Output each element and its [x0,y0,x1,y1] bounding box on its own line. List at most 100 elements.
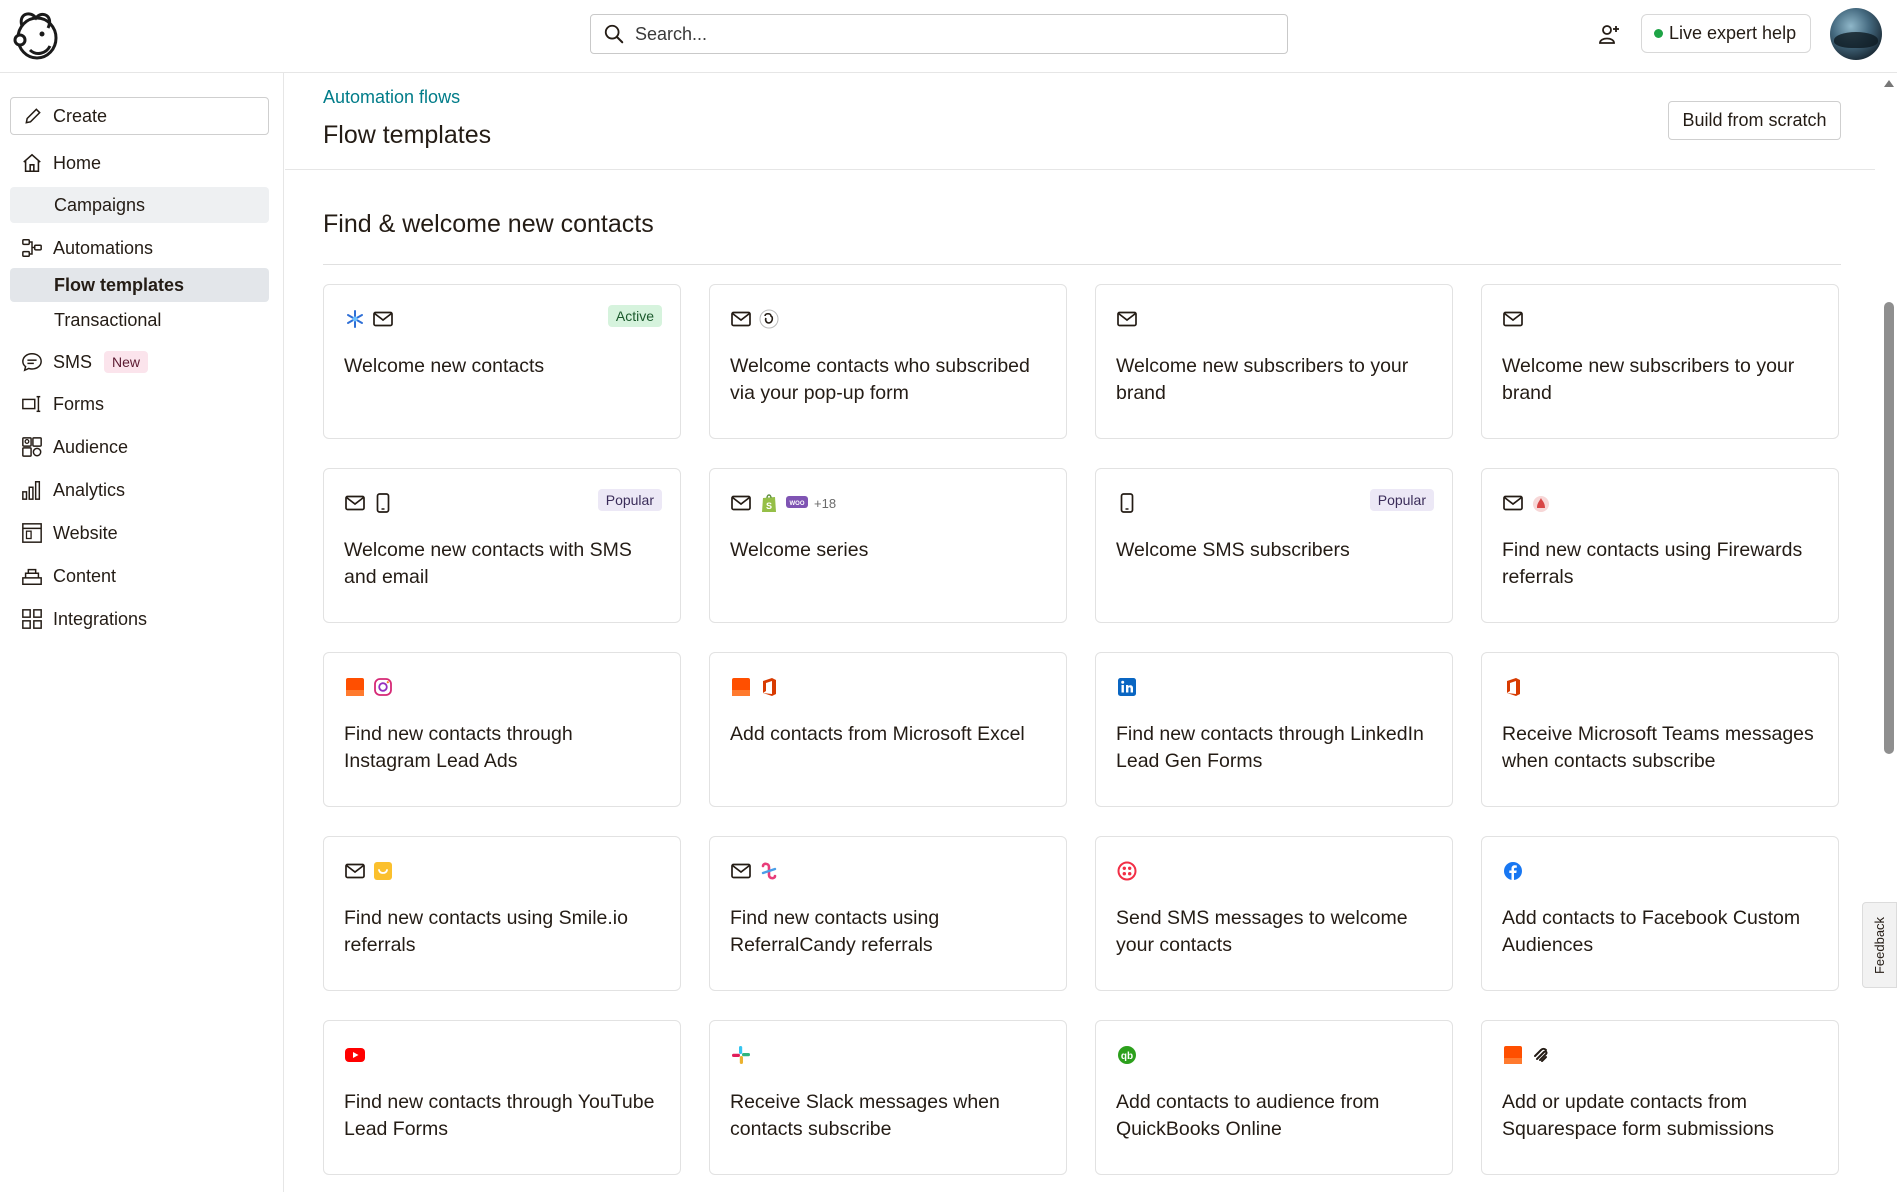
card-title: Welcome SMS subscribers [1116,539,1350,561]
card-icons [1502,675,1524,699]
breadcrumb[interactable]: Automation flows [323,87,460,108]
sidebar-item-content[interactable]: Content [10,558,269,594]
search-box[interactable] [590,14,1288,54]
card-icons [344,859,394,883]
forms-icon [20,392,44,416]
card-icons: qb [1116,1043,1138,1067]
template-card[interactable]: Popular Welcome SMS subscribers [1095,468,1453,623]
template-card[interactable]: qb Add contacts to audience from QuickBoo… [1095,1020,1453,1175]
card-title: Find new contacts using Smile.io referra… [344,907,628,956]
card-title: Welcome new subscribers to your brand [1502,355,1795,404]
card-title: Send SMS messages to welcome your contac… [1116,907,1408,956]
search-icon [604,24,624,44]
template-card[interactable]: Find new contacts using Smile.io referra… [323,836,681,991]
smile-icon [372,860,394,882]
card-icons [344,491,394,515]
sidebar-item-label: Content [53,565,117,586]
content-icon [20,564,44,588]
automations-icon [20,236,44,260]
template-card[interactable]: Find new contacts using ReferralCandy re… [709,836,1067,991]
template-card[interactable]: Receive Microsoft Teams messages when co… [1481,652,1839,807]
template-card[interactable]: Popular Welcome new contacts with SMS and… [323,468,681,623]
sidebar-item-sms[interactable]: SMS New [10,344,269,380]
email-icon [344,492,366,514]
card-title: Add contacts from Microsoft Excel [730,723,1025,745]
new-badge: New [104,351,149,373]
template-card[interactable]: Add contacts to Facebook Custom Audience… [1481,836,1839,991]
card-title: Welcome new subscribers to your brand [1116,355,1409,404]
quickbooks-icon: qb [1116,1044,1138,1066]
sidebar-item-home[interactable]: Home [10,145,269,181]
sidebar-item-analytics[interactable]: Analytics [10,472,269,508]
pencil-icon [25,108,41,124]
template-card[interactable]: Welcome contacts who subscribed via your… [709,284,1067,439]
template-card[interactable]: Add contacts from Microsoft Excel [709,652,1067,807]
build-from-scratch-button[interactable]: Build from scratch [1668,101,1841,140]
card-title: Welcome new contacts [344,355,545,377]
feedback-label: Feedback [1872,916,1887,974]
card-title: Find new contacts through Instagram Lead… [344,723,573,772]
card-icons [1502,859,1524,883]
template-card[interactable]: Welcome new subscribers to your brand [1095,284,1453,439]
firewards-icon [1530,492,1552,514]
sidebar-item-website[interactable]: Website [10,515,269,551]
email-icon [730,860,752,882]
youtube-icon [344,1044,366,1066]
template-card[interactable]: Receive Slack messages when contacts sub… [709,1020,1067,1175]
sidebar-item-label: Forms [53,393,104,414]
template-card[interactable]: Active Welcome new contacts [323,284,681,439]
card-title: Welcome new contacts with SMS and email [344,539,632,588]
card-title: Find new contacts through LinkedIn Lead … [1116,723,1424,772]
mailchimp-logo-icon[interactable] [10,8,60,64]
avatar[interactable] [1830,8,1882,60]
section-divider [323,264,1841,265]
feedback-tab[interactable]: Feedback [1862,902,1897,988]
card-icons [344,307,394,331]
card-icons: S WOO +18 [730,491,836,515]
template-card[interactable]: Send SMS messages to welcome your contac… [1095,836,1453,991]
card-icons [1502,491,1552,515]
sidebar-item-automations[interactable]: Automations [10,230,269,266]
active-badge: Active [607,305,662,327]
create-label: Create [53,105,108,126]
template-card[interactable]: Welcome new subscribers to your brand [1481,284,1839,439]
card-title: Receive Slack messages when contacts sub… [730,1091,1000,1140]
zapier-icon [730,676,752,698]
template-card[interactable]: S WOO +18 Welcome series [709,468,1067,623]
sms-icon [20,350,44,374]
sidebar-item-transactional[interactable]: Transactional [10,303,269,337]
sidebar-item-label: Transactional [54,309,162,330]
template-card[interactable]: Find new contacts through YouTube Lead F… [323,1020,681,1175]
sidebar-item-campaigns[interactable]: Campaigns [10,187,269,223]
live-expert-help-button[interactable]: Live expert help [1641,14,1812,53]
sidebar-item-forms[interactable]: Forms [10,386,269,422]
search-input[interactable] [635,23,1255,45]
scrollbar-thumb[interactable] [1884,302,1894,754]
sidebar-item-flow-templates[interactable]: Flow templates [10,268,269,302]
invite-user-button[interactable] [1593,18,1625,50]
sidebar-item-integrations[interactable]: Integrations [10,601,269,637]
template-card[interactable]: Find new contacts through Instagram Lead… [323,652,681,807]
sidebar-item-label: Audience [53,436,129,457]
card-title: Add contacts to Facebook Custom Audience… [1502,907,1801,956]
sidebar: Create Home Campaigns Automations Flow t… [0,73,284,1192]
svg-text:qb: qb [1121,1051,1133,1062]
card-title: Find new contacts using Firewards referr… [1502,539,1803,588]
scroll-up-arrow-icon[interactable] [1884,80,1894,87]
template-card[interactable]: Add or update contacts from Squarespace … [1481,1020,1839,1175]
online-status-dot [1654,29,1663,38]
card-icons [730,859,780,883]
card-icons [1116,859,1138,883]
template-card[interactable]: Find new contacts using Firewards referr… [1481,468,1839,623]
sidebar-item-audience[interactable]: Audience [10,429,269,465]
template-card[interactable]: Find new contacts through LinkedIn Lead … [1095,652,1453,807]
email-icon [1116,308,1138,330]
email-icon [730,308,752,330]
instagram-icon [372,676,394,698]
sidebar-item-label: Automations [53,237,154,258]
card-title: Add contacts to audience from QuickBooks… [1116,1091,1380,1140]
card-title: Receive Microsoft Teams messages when co… [1502,723,1814,772]
create-button[interactable]: Create [10,97,269,135]
sidebar-item-label: Home [53,152,102,173]
squarespace-icon [1530,1044,1552,1066]
